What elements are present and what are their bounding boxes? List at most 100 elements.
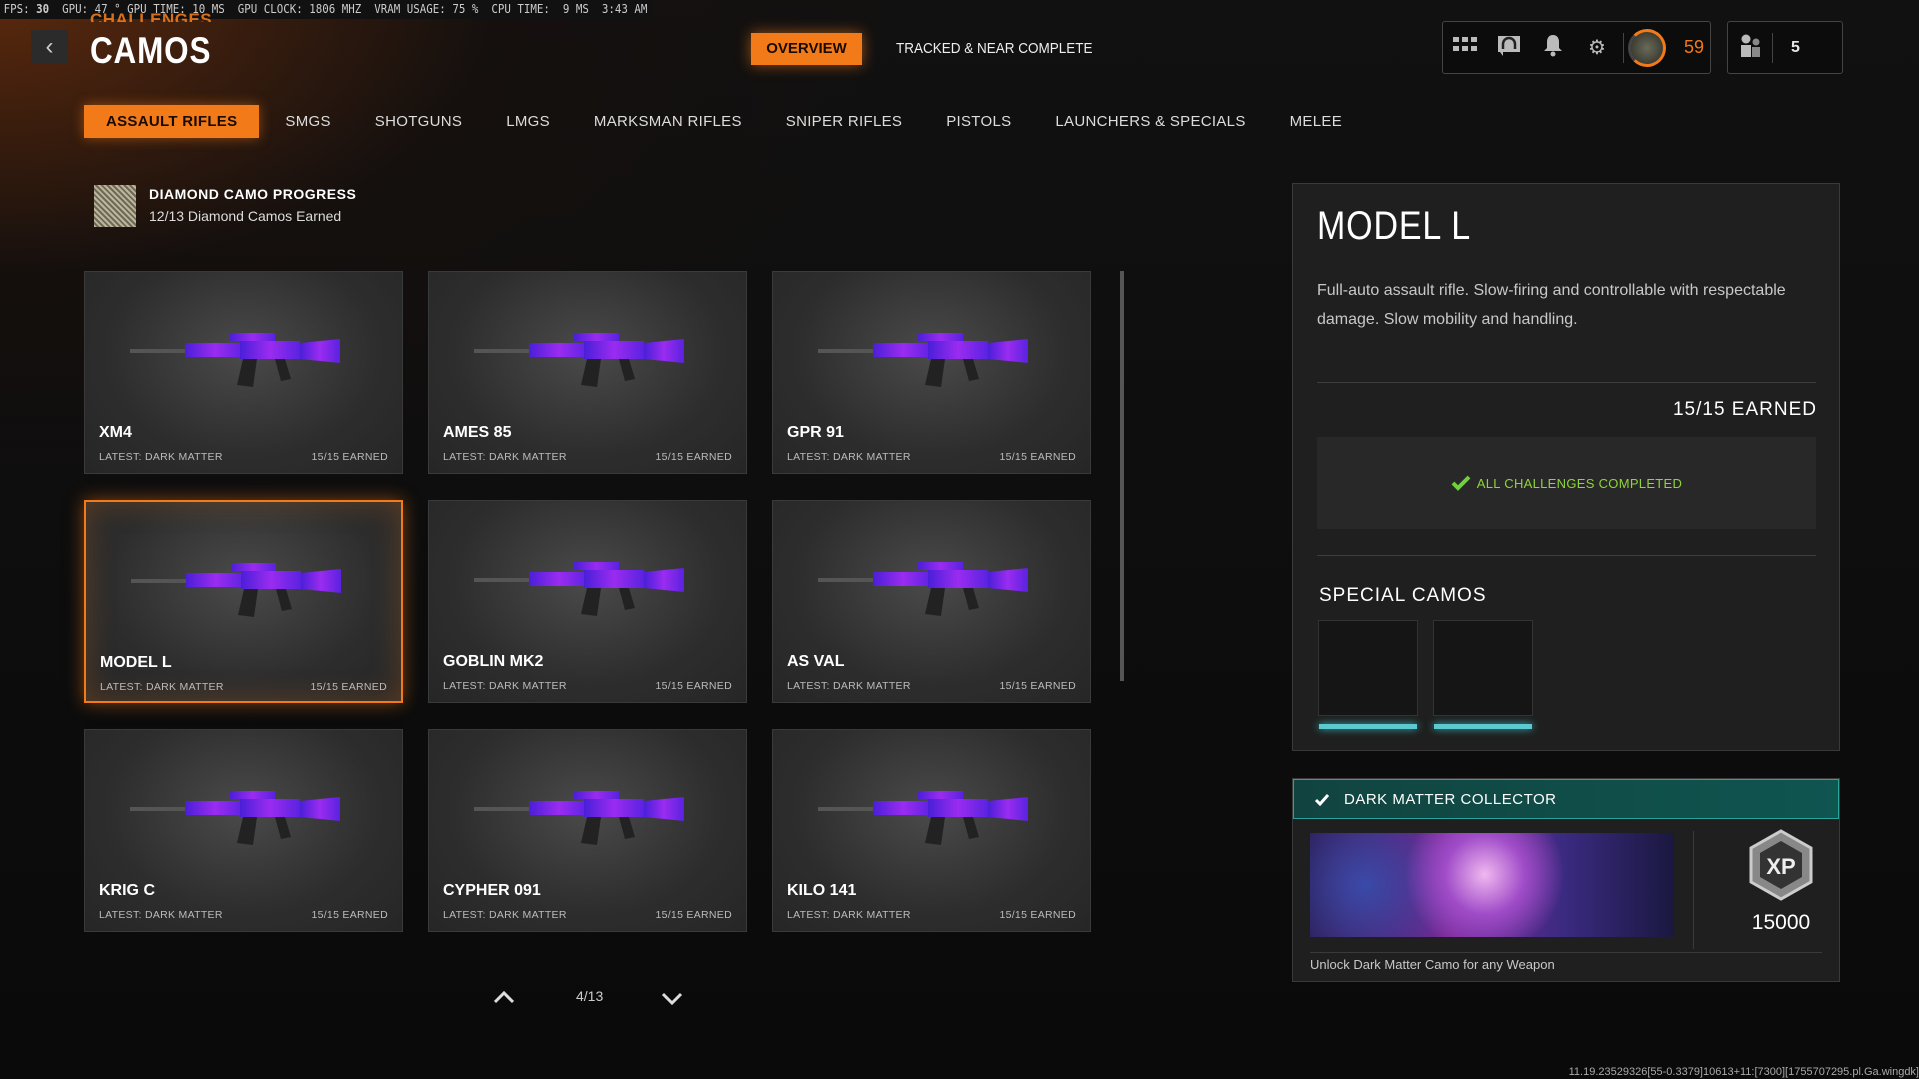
page-up-button[interactable] — [493, 990, 515, 1007]
diamond-progress-subtitle: 12/13 Diamond Camos Earned — [149, 208, 342, 224]
weapon-category-tabs: ASSAULT RIFLES SMGS SHOTGUNS LMGS MARKSMAN R… — [84, 105, 1364, 138]
weapon-name: AS VAL — [787, 653, 845, 670]
challenges-status-text: ALL CHALLENGES COMPLETED — [1476, 475, 1683, 491]
page-down-button[interactable] — [661, 992, 683, 1009]
weapon-latest-camo: LATEST: DARK MATTER — [443, 909, 567, 921]
weapon-card[interactable]: XM4 LATEST: DARK MATTER 15/15 EARNED — [84, 271, 403, 474]
weapon-card[interactable]: AMES 85 LATEST: DARK MATTER 15/15 EARNED — [428, 271, 747, 474]
weapon-description: Full-auto assault rifle. Slow-firing and… — [1317, 282, 1786, 328]
special-camos-heading: SPECIAL CAMOS — [1319, 585, 1487, 606]
tab-assault-rifles[interactable]: ASSAULT RIFLES — [84, 105, 260, 138]
weapon-latest-camo: LATEST: DARK MATTER — [787, 909, 911, 921]
weapon-name: GOBLIN MK2 — [443, 653, 544, 670]
xp-badge-text: XP — [1766, 854, 1795, 879]
gpu-clock: GPU CLOCK: 1806 MHZ — [237, 2, 362, 16]
back-button[interactable]: ‹ — [31, 30, 68, 64]
player-avatar[interactable] — [1628, 28, 1666, 67]
weapon-latest-camo: LATEST: DARK MATTER — [443, 451, 567, 463]
weapon-card[interactable]: KILO 141 LATEST: DARK MATTER 15/15 EARNE… — [772, 729, 1091, 932]
weapon-name: AMES 85 — [443, 424, 512, 441]
party-icon — [1728, 33, 1772, 63]
weapon-card[interactable]: GPR 91 LATEST: DARK MATTER 15/15 EARNED — [772, 271, 1091, 474]
checkmark-icon — [1314, 793, 1330, 806]
weapon-image — [818, 562, 1028, 616]
reward-description: Unlock Dark Matter Camo for any Weapon — [1310, 957, 1555, 972]
weapon-image — [818, 791, 1028, 845]
divider — [1772, 32, 1773, 63]
weapon-earned: 15/15 EARNED — [310, 681, 387, 693]
divider — [1317, 382, 1816, 383]
clock: 3:43 AM — [601, 2, 648, 16]
weapon-earned: 15/15 EARNED — [655, 909, 732, 921]
weapon-image — [818, 333, 1028, 387]
scrollbar[interactable] — [1120, 271, 1124, 681]
weapon-latest-camo: LATEST: DARK MATTER — [787, 451, 911, 463]
divider — [1623, 32, 1624, 63]
weapon-image — [474, 791, 684, 845]
tab-launchers-specials[interactable]: LAUNCHERS & SPECIALS — [1033, 105, 1267, 138]
tab-pistols[interactable]: PISTOLS — [924, 105, 1033, 138]
party-count: 5 — [1791, 38, 1800, 56]
weapon-name: XM4 — [99, 424, 132, 441]
special-camo-slot[interactable] — [1433, 620, 1533, 729]
tab-shotguns[interactable]: SHOTGUNS — [353, 105, 484, 138]
checkmark-icon — [1451, 475, 1471, 491]
tab-lmgs[interactable]: LMGS — [484, 105, 572, 138]
chevron-left-icon: ‹ — [45, 33, 54, 60]
weapon-card[interactable]: MODEL L LATEST: DARK MATTER 15/15 EARNED — [84, 500, 403, 703]
build-info: 11.19.23529326[55-0.3379]10613+11:[7300]… — [1568, 1066, 1919, 1078]
xp-badge-icon: XP — [1748, 829, 1814, 906]
tab-melee[interactable]: MELEE — [1268, 105, 1364, 138]
weapon-image — [474, 562, 684, 616]
tab-overview[interactable]: OVERVIEW — [751, 33, 862, 65]
bell-icon[interactable] — [1531, 33, 1575, 63]
party-group[interactable]: 5 — [1727, 21, 1843, 74]
divider — [1310, 952, 1822, 953]
apps-grid-icon[interactable] — [1443, 36, 1487, 59]
weapon-title: MODEL L — [1317, 204, 1471, 248]
cpu-time: CPU TIME: 9 MS — [491, 2, 589, 16]
weapon-image — [130, 333, 340, 387]
weapon-earned: 15/15 EARNED — [655, 451, 732, 463]
dark-matter-calling-card — [1310, 833, 1674, 937]
fps-label: FPS: — [3, 2, 30, 16]
reward-title: DARK MATTER COLLECTOR — [1344, 790, 1557, 808]
weapon-earned: 15/15 EARNED — [999, 909, 1076, 921]
weapon-card[interactable]: CYPHER 091 LATEST: DARK MATTER 15/15 EAR… — [428, 729, 747, 932]
tab-smgs[interactable]: SMGS — [263, 105, 352, 138]
weapon-card[interactable]: GOBLIN MK2 LATEST: DARK MATTER 15/15 EAR… — [428, 500, 747, 703]
vram-usage: VRAM USAGE: 75 % — [374, 2, 479, 16]
page-title: CAMOS — [90, 30, 212, 71]
page-indicator: 4/13 — [576, 988, 604, 1004]
fps-value: 30 — [36, 2, 50, 16]
weapon-earned: 15/15 EARNED — [999, 451, 1076, 463]
weapon-earned: 15/15 EARNED — [311, 909, 388, 921]
weapon-image — [130, 791, 340, 845]
weapon-latest-camo: LATEST: DARK MATTER — [787, 680, 911, 692]
weapon-name: CYPHER 091 — [443, 882, 541, 899]
weapon-image — [131, 563, 341, 617]
tab-marksman-rifles[interactable]: MARKSMAN RIFLES — [572, 105, 764, 138]
reward-panel: DARK MATTER COLLECTOR XP 15000 Unlock Da… — [1292, 778, 1840, 982]
weapon-card[interactable]: KRIG C LATEST: DARK MATTER 15/15 EARNED — [84, 729, 403, 932]
weapon-name: MODEL L — [100, 654, 172, 671]
diamond-progress-title: DIAMOND CAMO PROGRESS — [149, 186, 357, 202]
divider — [1317, 555, 1816, 556]
diamond-camo-icon — [94, 185, 136, 227]
weapon-earned: 15/15 EARNED — [311, 451, 388, 463]
header-icon-group: ⚙ 59 — [1442, 21, 1711, 74]
weapon-card[interactable]: AS VAL LATEST: DARK MATTER 15/15 EARNED — [772, 500, 1091, 703]
gear-icon[interactable]: ⚙ — [1575, 35, 1619, 60]
weapon-detail-panel: MODEL L Full-auto assault rifle. Slow-fi… — [1292, 183, 1840, 751]
player-level: 59 — [1684, 37, 1705, 57]
weapon-image — [474, 333, 684, 387]
weapon-latest-camo: LATEST: DARK MATTER — [443, 680, 567, 692]
weapon-name: GPR 91 — [787, 424, 844, 441]
tab-sniper-rifles[interactable]: SNIPER RIFLES — [764, 105, 924, 138]
weapon-latest-camo: LATEST: DARK MATTER — [99, 909, 223, 921]
weapon-earned: 15/15 EARNED — [655, 680, 732, 692]
special-camo-slot[interactable] — [1318, 620, 1418, 729]
headset-chat-icon[interactable] — [1487, 34, 1531, 62]
tab-tracked[interactable]: TRACKED & NEAR COMPLETE — [896, 33, 1093, 65]
weapon-earned: 15/15 EARNED — [999, 680, 1076, 692]
